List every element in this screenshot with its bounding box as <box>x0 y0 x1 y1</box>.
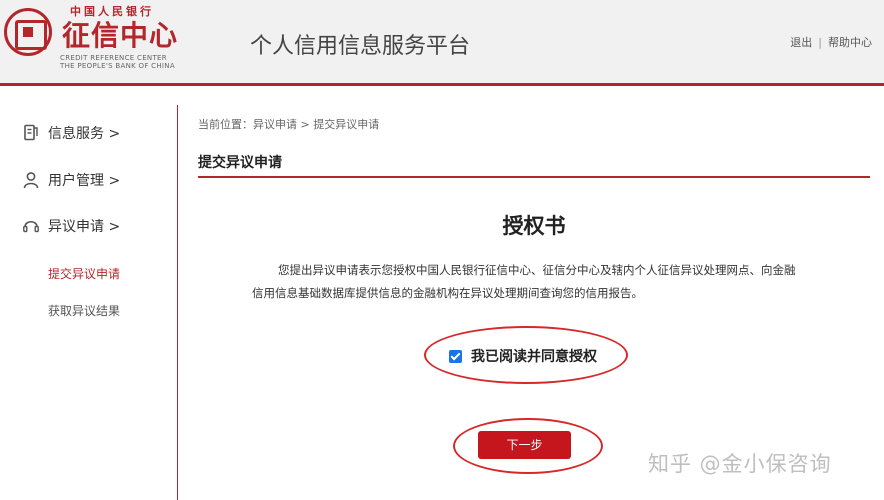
sidebar: 信息服务 > 用户管理 > 异议申请 > 提交异议申请 获取异议结果 <box>0 105 178 500</box>
sidebar-subitem-get-objection-result[interactable]: 获取异议结果 <box>48 302 120 319</box>
section-title: 提交异议申请 <box>198 152 870 178</box>
sidebar-item-label: 用户管理 > <box>48 173 121 189</box>
authorization-title: 授权书 <box>502 214 566 238</box>
next-step-button[interactable]: 下一步 <box>478 431 571 459</box>
agree-checkbox-row[interactable]: 我已阅读并同意授权 <box>449 346 597 366</box>
logo-main-text: 征信中心 <box>62 19 179 52</box>
logout-link[interactable]: 退出 <box>790 36 812 49</box>
logo-seal-icon <box>4 8 52 56</box>
headset-icon <box>23 220 39 233</box>
header: 中国人民银行 征信中心 CREDIT REFERENCE CENTER THE … <box>0 0 884 86</box>
sidebar-item-objection-application[interactable]: 异议申请 > <box>22 216 120 236</box>
platform-title: 个人信用信息服务平台 <box>250 34 471 59</box>
help-center-link[interactable]: 帮助中心 <box>828 36 872 49</box>
top-links: 退出 | 帮助中心 <box>790 34 872 50</box>
breadcrumb: 当前位置：异议申请 > 提交异议申请 <box>198 118 380 131</box>
agree-checkbox[interactable] <box>449 349 462 363</box>
logo-english-line-1: CREDIT REFERENCE CENTER <box>60 54 167 62</box>
document-icon <box>24 124 38 141</box>
sidebar-subitem-submit-objection[interactable]: 提交异议申请 <box>48 265 120 282</box>
link-separator: | <box>818 36 822 49</box>
sidebar-item-label: 信息服务 > <box>48 126 121 142</box>
sidebar-item-info-service[interactable]: 信息服务 > <box>22 123 120 143</box>
logo-english-line-2: THE PEOPLE'S BANK OF CHINA <box>60 62 175 70</box>
watermark: 知乎 @金小保咨询 <box>648 452 832 476</box>
sidebar-item-label: 异议申请 > <box>48 219 121 235</box>
agree-label: 我已阅读并同意授权 <box>471 349 597 365</box>
user-icon <box>23 172 39 189</box>
sidebar-item-user-management[interactable]: 用户管理 > <box>22 170 120 190</box>
authorization-text: 您提出异议申请表示您授权中国人民银行征信中心、征信分中心及辖内个人征信异议处理网… <box>252 263 796 300</box>
